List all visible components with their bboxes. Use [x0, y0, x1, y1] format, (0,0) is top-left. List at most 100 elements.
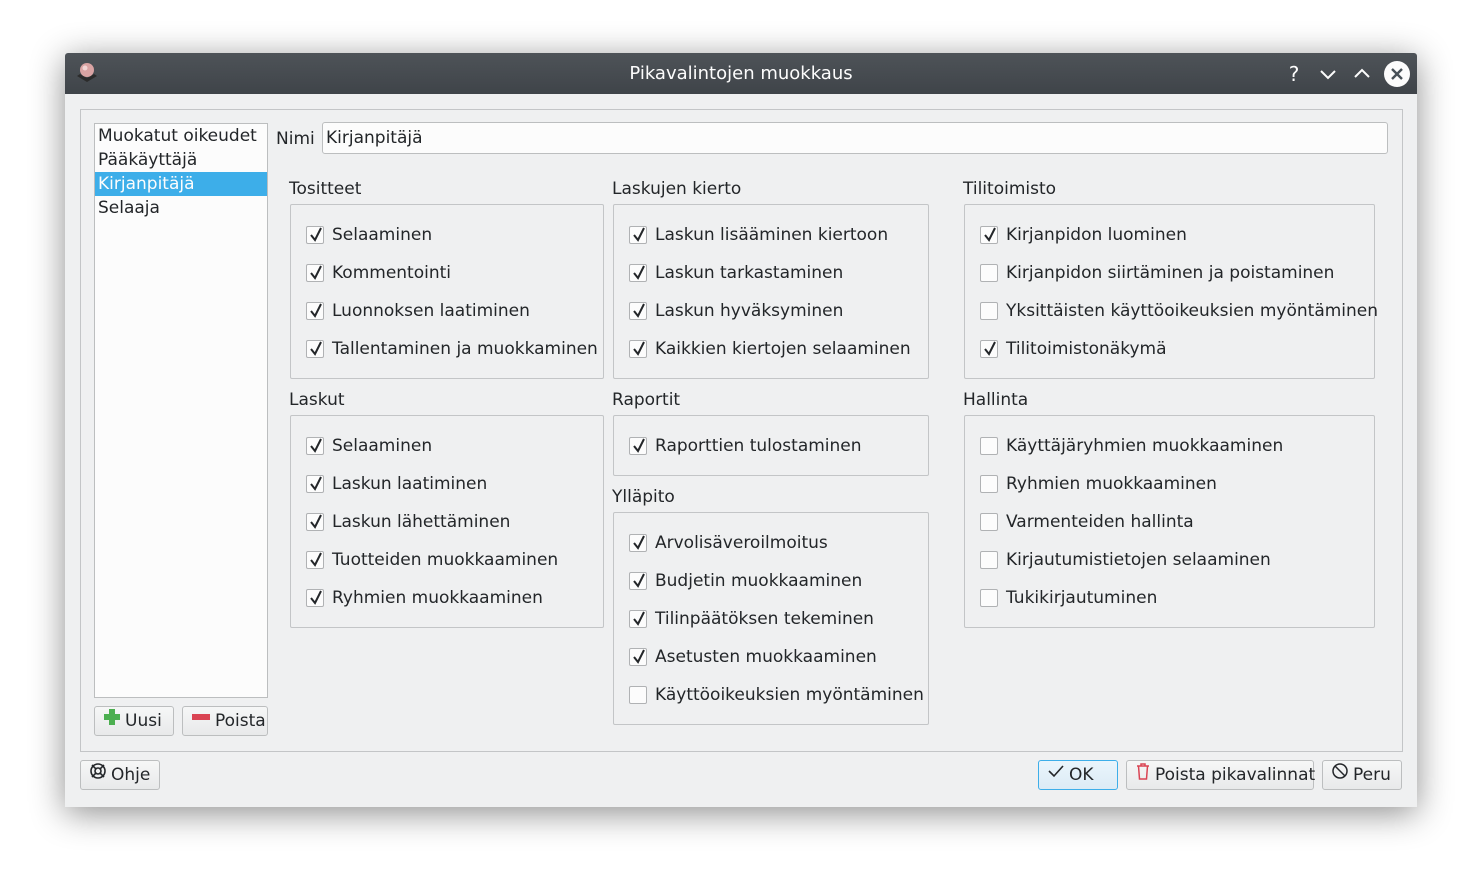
checkbox-checked[interactable] — [629, 340, 647, 358]
permission-checkbox-row[interactable]: Laskun laatiminen — [306, 473, 487, 495]
name-label: Nimi — [276, 129, 315, 149]
list-item[interactable]: Selaaja — [95, 196, 267, 220]
permission-checkbox-row[interactable]: Tilitoimistonäkymä — [980, 338, 1167, 360]
permission-checkbox-row[interactable]: Ryhmien muokkaaminen — [306, 587, 543, 609]
checkbox-checked[interactable] — [306, 340, 324, 358]
permission-checkbox-row[interactable]: Tuotteiden muokkaaminen — [306, 549, 558, 571]
permission-label: Asetusten muokkaaminen — [655, 647, 877, 667]
checkbox-checked[interactable] — [980, 340, 998, 358]
group-title-laskut: Laskut — [289, 390, 345, 410]
maximize-icon[interactable] — [1350, 62, 1374, 86]
checkbox-unchecked[interactable] — [980, 551, 998, 569]
permission-checkbox-row[interactable]: Tukikirjautuminen — [980, 587, 1157, 609]
permission-label: Käyttäjäryhmien muokkaaminen — [1006, 436, 1284, 456]
checkbox-checked[interactable] — [980, 226, 998, 244]
permission-checkbox-row[interactable]: Raporttien tulostaminen — [629, 435, 862, 457]
permission-checkbox-row[interactable]: Kirjanpidon luominen — [980, 224, 1187, 246]
checkbox-checked[interactable] — [629, 264, 647, 282]
help-label: Ohje — [111, 765, 151, 785]
group-title-yllapito: Ylläpito — [612, 487, 675, 507]
preset-list[interactable]: Muokatut oikeudet Pääkäyttäjä Kirjanpitä… — [94, 123, 268, 698]
dialog-window: Pikavalintojen muokkaus ? Muokatut oikeu… — [65, 53, 1417, 807]
checkbox-unchecked[interactable] — [980, 437, 998, 455]
permission-label: Laskun tarkastaminen — [655, 263, 844, 283]
checkbox-checked[interactable] — [306, 589, 324, 607]
permission-checkbox-row[interactable]: Selaaminen — [306, 224, 432, 246]
permission-checkbox-row[interactable]: Kaikkien kiertojen selaaminen — [629, 338, 911, 360]
plus-icon — [103, 707, 121, 735]
checkbox-checked[interactable] — [629, 534, 647, 552]
permission-checkbox-row[interactable]: Laskun hyväksyminen — [629, 300, 843, 322]
checkbox-unchecked[interactable] — [980, 264, 998, 282]
group-title-laskujen-kierto: Laskujen kierto — [612, 179, 742, 199]
permission-label: Tuotteiden muokkaaminen — [332, 550, 559, 570]
checkbox-checked[interactable] — [629, 226, 647, 244]
list-item[interactable]: Pääkäyttäjä — [95, 148, 267, 172]
permission-checkbox-row[interactable]: Kommentointi — [306, 262, 451, 284]
checkbox-unchecked[interactable] — [980, 475, 998, 493]
permission-label: Ryhmien muokkaaminen — [1006, 474, 1217, 494]
name-input[interactable] — [322, 122, 1388, 154]
checkbox-checked[interactable] — [629, 437, 647, 455]
group-tositteet: Selaaminen Kommentointi Luonnoksen laatimi… — [290, 204, 604, 379]
permission-label: Laskun lisääminen kiertoon — [655, 225, 889, 245]
group-title-tositteet: Tositteet — [289, 179, 362, 199]
list-item[interactable]: Muokatut oikeudet — [95, 124, 267, 148]
window-title: Pikavalintojen muokkaus — [629, 63, 853, 84]
checkbox-checked[interactable] — [306, 551, 324, 569]
permission-checkbox-row[interactable]: Budjetin muokkaaminen — [629, 570, 862, 592]
permission-checkbox-row[interactable]: Tilinpäätöksen tekeminen — [629, 608, 874, 630]
minimize-icon[interactable] — [1316, 62, 1340, 86]
permission-checkbox-row[interactable]: Laskun tarkastaminen — [629, 262, 843, 284]
permission-checkbox-row[interactable]: Laskun lähettäminen — [306, 511, 510, 533]
permission-checkbox-row[interactable]: Arvolisäveroilmoitus — [629, 532, 828, 554]
ok-button[interactable]: OK — [1038, 760, 1118, 790]
permission-checkbox-row[interactable]: Tallentaminen ja muokkaminen — [306, 338, 598, 360]
checkbox-checked[interactable] — [306, 437, 324, 455]
delete-preset-button[interactable]: Poista — [182, 706, 268, 736]
permission-checkbox-row[interactable]: Käyttöoikeuksien myöntäminen — [629, 684, 924, 706]
delete-presets-button[interactable]: Poista pikavalinnat — [1126, 760, 1316, 790]
permission-checkbox-row[interactable]: Selaaminen — [306, 435, 432, 457]
checkbox-checked[interactable] — [629, 610, 647, 628]
group-laskujen-kierto: Laskun lisääminen kiertoon Laskun tarkast… — [613, 204, 929, 379]
checkbox-unchecked[interactable] — [980, 513, 998, 531]
permission-checkbox-row[interactable]: Asetusten muokkaaminen — [629, 646, 877, 668]
new-preset-button[interactable]: Uusi — [94, 706, 174, 736]
list-item[interactable]: Kirjanpitäjä — [95, 172, 267, 196]
permission-checkbox-row[interactable]: Yksittäisten käyttöoikeuksien myöntämine… — [980, 300, 1378, 322]
permission-checkbox-row[interactable]: Käyttäjäryhmien muokkaaminen — [980, 435, 1283, 457]
checkbox-unchecked[interactable] — [629, 686, 647, 704]
group-hallinta: Käyttäjäryhmien muokkaaminen Ryhmien muok… — [964, 415, 1375, 628]
permission-checkbox-row[interactable]: Kirjanpidon siirtäminen ja poistaminen — [980, 262, 1334, 284]
permission-label: Kaikkien kiertojen selaaminen — [655, 339, 911, 359]
permission-checkbox-row[interactable]: Ryhmien muokkaaminen — [980, 473, 1217, 495]
checkbox-checked[interactable] — [306, 475, 324, 493]
permission-label: Yksittäisten käyttöoikeuksien myöntämine… — [1006, 301, 1379, 321]
checkbox-checked[interactable] — [629, 648, 647, 666]
checkbox-checked[interactable] — [306, 226, 324, 244]
delete-preset-label: Poista — [215, 711, 266, 731]
close-icon[interactable] — [1384, 61, 1410, 87]
cancel-button[interactable]: Peru — [1322, 760, 1402, 790]
lifebuoy-icon — [89, 761, 107, 789]
group-title-raportit: Raportit — [612, 390, 681, 410]
permission-checkbox-row[interactable]: Kirjautumistietojen selaaminen — [980, 549, 1271, 571]
checkbox-checked[interactable] — [629, 302, 647, 320]
title-bar[interactable]: Pikavalintojen muokkaus ? — [65, 53, 1417, 94]
permission-label: Laskun hyväksyminen — [655, 301, 844, 321]
checkbox-checked[interactable] — [306, 302, 324, 320]
checkbox-checked[interactable] — [629, 572, 647, 590]
cancel-icon — [1331, 761, 1349, 789]
permission-label: Kirjautumistietojen selaaminen — [1006, 550, 1271, 570]
delete-presets-label: Poista pikavalinnat — [1155, 765, 1316, 785]
permission-checkbox-row[interactable]: Luonnoksen laatiminen — [306, 300, 530, 322]
help-icon[interactable]: ? — [1282, 62, 1306, 86]
checkbox-unchecked[interactable] — [980, 302, 998, 320]
help-button[interactable]: Ohje — [80, 760, 160, 790]
permission-checkbox-row[interactable]: Laskun lisääminen kiertoon — [629, 224, 888, 246]
checkbox-unchecked[interactable] — [980, 589, 998, 607]
permission-checkbox-row[interactable]: Varmenteiden hallinta — [980, 511, 1194, 533]
checkbox-checked[interactable] — [306, 513, 324, 531]
checkbox-checked[interactable] — [306, 264, 324, 282]
